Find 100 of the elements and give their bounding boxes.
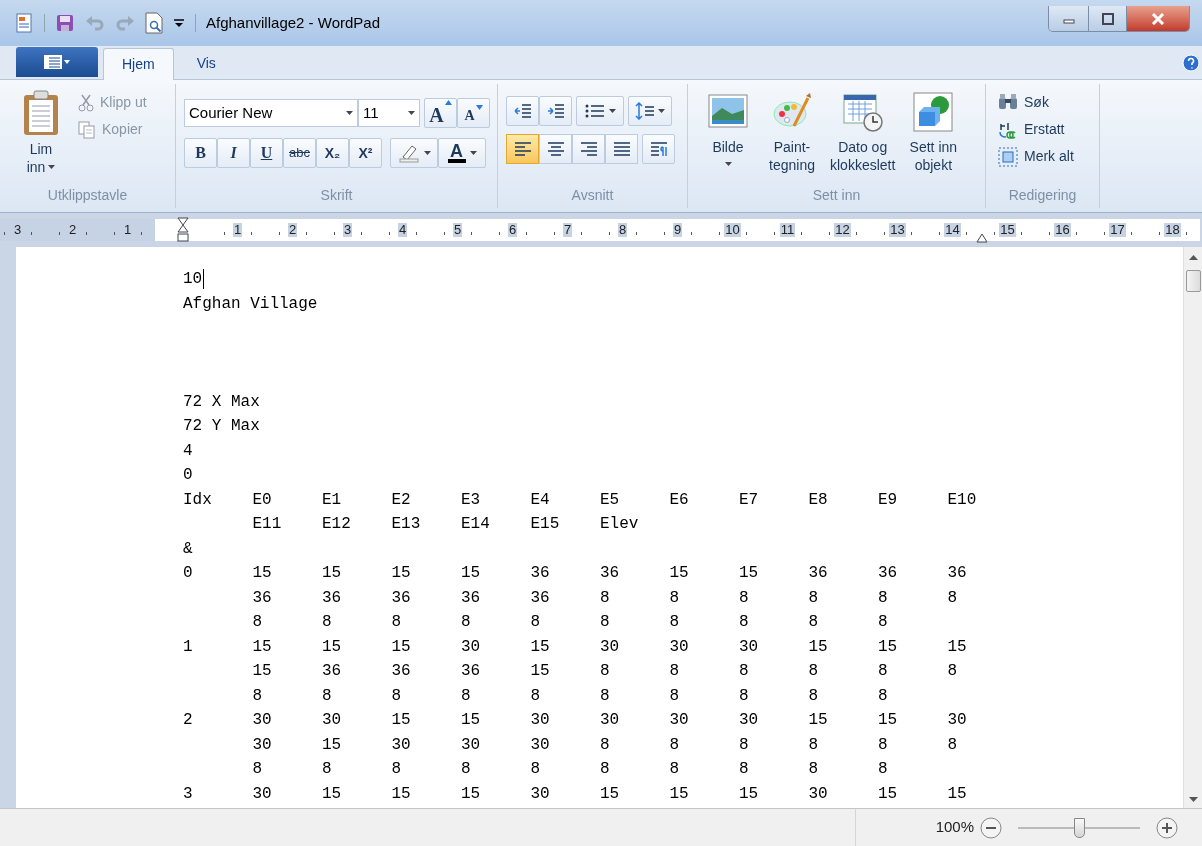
ruler-number: 3 — [342, 223, 353, 237]
list-button[interactable] — [576, 96, 624, 126]
dropdown-arrow-icon — [724, 162, 732, 166]
align-right-button[interactable] — [572, 134, 605, 164]
document-text: 8 — [878, 612, 889, 633]
document-text: 15 — [252, 563, 273, 584]
insert-date-button[interactable]: Dato og klokkeslett — [826, 92, 900, 185]
right-indent-marker-icon[interactable] — [976, 233, 988, 243]
ruler-number: 4 — [397, 223, 408, 237]
document-text: E12 — [322, 514, 352, 535]
document-text: 15 — [669, 563, 690, 584]
align-justify-button[interactable] — [605, 134, 638, 164]
document-text: 36 — [878, 563, 899, 584]
decrease-indent-button[interactable] — [506, 96, 539, 126]
document-text: E6 — [669, 489, 690, 511]
shrink-font-button[interactable]: A — [457, 98, 490, 128]
customize-arrow-icon[interactable] — [173, 17, 185, 29]
vertical-scrollbar[interactable] — [1183, 247, 1202, 808]
document-text: & — [183, 538, 193, 560]
document-text: 8 — [669, 587, 681, 609]
document-text: 30 — [391, 734, 412, 756]
indent-marker-icon[interactable] — [176, 217, 189, 243]
document-text: 36 — [322, 587, 343, 609]
document-text: 0 — [183, 563, 194, 584]
zoom-out-icon[interactable] — [980, 816, 1002, 839]
align-center-button[interactable] — [539, 134, 572, 164]
close-button[interactable] — [1127, 6, 1189, 31]
align-left-button[interactable] — [506, 134, 539, 164]
decrease-indent-icon — [513, 102, 532, 120]
underline-button[interactable]: U — [250, 138, 283, 168]
line-spacing-button[interactable] — [628, 96, 672, 126]
save-icon[interactable] — [55, 13, 75, 33]
scroll-down-icon[interactable] — [1188, 797, 1198, 802]
document-text: 30 — [530, 783, 551, 805]
scroll-up-icon[interactable] — [1188, 255, 1198, 260]
document-text: 8 — [322, 759, 333, 780]
document-text: 8 — [739, 734, 750, 756]
help-icon[interactable] — [1182, 54, 1200, 72]
slider-thumb[interactable] — [1074, 817, 1085, 838]
document-text: 8 — [808, 685, 820, 707]
group-label: Redigering — [1007, 186, 1078, 205]
highlight-button[interactable] — [390, 138, 438, 168]
document-text: E0 — [252, 489, 273, 511]
document-text: 30 — [530, 734, 551, 756]
font-name-field[interactable]: Courier New — [184, 99, 358, 127]
document-text: 15 — [391, 783, 412, 805]
document-text: 36 — [600, 563, 621, 584]
dropdown-arrow-icon — [608, 109, 616, 113]
document-text: 30 — [600, 710, 621, 731]
select-button[interactable]: Merk alt — [998, 146, 1099, 167]
subscript-button[interactable]: X₂ — [316, 138, 349, 168]
increase-indent-button[interactable] — [539, 96, 572, 126]
zoom-slider[interactable] — [1018, 816, 1140, 839]
print-preview-icon[interactable] — [145, 12, 163, 34]
document-text: 10 — [183, 269, 203, 290]
paragraph-button[interactable] — [642, 134, 675, 164]
document-text: 36 — [461, 661, 482, 682]
document-text: 8 — [530, 612, 542, 633]
ruler-number: 11 — [779, 223, 796, 237]
find-button[interactable]: Søk — [998, 92, 1099, 113]
ribbon-tab[interactable]: Vis — [178, 47, 234, 79]
document-text: 8 — [878, 587, 889, 609]
app-menu-button[interactable] — [16, 47, 98, 77]
italic-button[interactable]: I — [217, 138, 250, 168]
increase-indent-icon — [546, 102, 565, 120]
ruler-number: 17 — [1109, 223, 1126, 237]
document-text: 8 — [739, 661, 750, 682]
paste-button[interactable]: Lim inn — [16, 90, 66, 185]
restore-button[interactable] — [1089, 6, 1127, 31]
insert-picture-button[interactable]: Bilde — [698, 92, 758, 185]
document-text: 36 — [461, 587, 482, 609]
document-text: 15 — [947, 783, 968, 805]
zoom-in-icon[interactable] — [1156, 816, 1178, 839]
font-color-button[interactable]: A — [438, 138, 486, 168]
bold-button[interactable]: B — [184, 138, 217, 168]
document-text: 15 — [878, 710, 899, 731]
strikethrough-button[interactable]: abc — [283, 138, 316, 168]
document-text: 15 — [530, 661, 551, 682]
document-text: E3 — [461, 489, 482, 511]
document-text: 15 — [600, 783, 621, 805]
zoom-level: 100% — [935, 817, 974, 838]
document-text: 8 — [669, 612, 681, 633]
ribbon-tab[interactable]: Hjem — [103, 48, 174, 80]
document-text: 36 — [391, 587, 412, 609]
document-text: 30 — [947, 710, 968, 731]
document-text: 36 — [808, 563, 829, 584]
document-text: 8 — [808, 587, 820, 609]
document-text: 8 — [739, 759, 750, 780]
font-size-field[interactable]: 11 — [358, 99, 420, 127]
insert-object-button[interactable]: Sett inn objekt — [903, 92, 964, 185]
insert-paint-button[interactable]: Paint- tegning — [762, 92, 822, 185]
scroll-thumb[interactable] — [1185, 270, 1201, 292]
grow-font-button[interactable]: A — [424, 98, 457, 128]
window-title: Afghanvillage2 - WordPad — [206, 12, 380, 33]
wordpad-icon[interactable] — [14, 13, 34, 33]
document-text: 30 — [808, 783, 829, 805]
replace-button[interactable]: Erstatt — [998, 119, 1099, 140]
superscript-button[interactable]: X² — [349, 138, 382, 168]
document-text: 8 — [600, 661, 611, 682]
document-text: 8 — [739, 587, 750, 609]
